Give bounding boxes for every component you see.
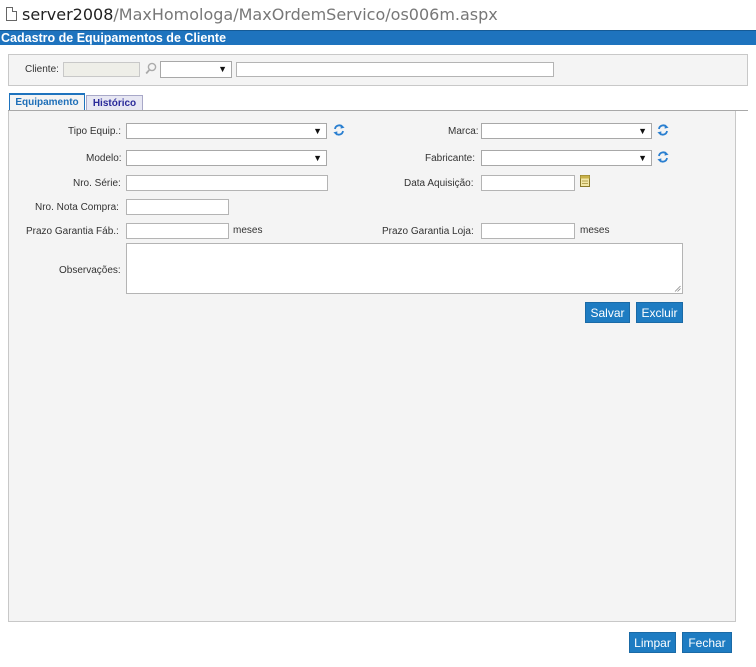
data-aquisicao-label: Data Aquisição:: [404, 178, 474, 189]
chevron-down-icon: ▼: [638, 126, 647, 136]
modelo-label: Modelo:: [86, 153, 122, 164]
page-icon: [6, 7, 17, 21]
fabricante-label: Fabricante:: [425, 153, 476, 164]
marca-label: Marca:: [448, 126, 479, 137]
nro-serie-input[interactable]: [126, 175, 328, 191]
url-path: /MaxHomologa/MaxOrdemServico/os006m.aspx: [113, 5, 498, 24]
meses-fab-unit: meses: [233, 225, 263, 236]
chevron-down-icon: ▼: [218, 64, 227, 74]
modelo-select[interactable]: ▼: [126, 150, 327, 166]
tipo-equip-label: Tipo Equip.:: [68, 126, 121, 137]
refresh-icon[interactable]: [332, 123, 346, 137]
search-icon[interactable]: [145, 62, 157, 75]
salvar-button[interactable]: Salvar: [585, 302, 630, 323]
title-bar: Cadastro de Equipamentos de Cliente: [0, 30, 756, 45]
chevron-down-icon: ▼: [638, 153, 647, 163]
nro-serie-label: Nro. Série:: [73, 178, 121, 189]
prazo-garantia-fab-label: Prazo Garantia Fáb.:: [26, 226, 119, 237]
limpar-button[interactable]: Limpar: [629, 632, 676, 653]
observacoes-label: Observações:: [59, 265, 121, 276]
refresh-icon[interactable]: [656, 150, 670, 164]
url-text[interactable]: server2008/MaxHomologa/MaxOrdemServico/o…: [22, 5, 498, 24]
prazo-garantia-loja-input[interactable]: [481, 223, 575, 239]
cliente-label: Cliente:: [25, 64, 59, 75]
nro-nota-compra-label: Nro. Nota Compra:: [35, 202, 119, 213]
tipo-equip-select[interactable]: ▼: [126, 123, 327, 139]
excluir-button[interactable]: Excluir: [636, 302, 683, 323]
observacoes-textarea[interactable]: [126, 243, 683, 294]
prazo-garantia-fab-input[interactable]: [126, 223, 229, 239]
calendar-icon[interactable]: [579, 174, 591, 188]
fabricante-select[interactable]: ▼: [481, 150, 652, 166]
resize-handle-icon[interactable]: [674, 285, 681, 292]
nro-nota-compra-input[interactable]: [126, 199, 229, 215]
marca-select[interactable]: ▼: [481, 123, 652, 139]
cliente-code-input[interactable]: [63, 62, 140, 77]
fechar-button[interactable]: Fechar: [682, 632, 732, 653]
chevron-down-icon: ▼: [313, 153, 322, 163]
address-bar[interactable]: server2008/MaxHomologa/MaxOrdemServico/o…: [0, 0, 756, 30]
prazo-garantia-loja-label: Prazo Garantia Loja:: [382, 226, 474, 237]
tab-equipamento[interactable]: Equipamento: [9, 93, 85, 110]
cliente-select[interactable]: ▼: [160, 61, 232, 78]
url-host: server2008: [22, 5, 114, 24]
data-aquisicao-input[interactable]: [481, 175, 575, 191]
chevron-down-icon: ▼: [313, 126, 322, 136]
refresh-icon[interactable]: [656, 123, 670, 137]
tab-historico[interactable]: Histórico: [86, 95, 143, 110]
meses-loja-unit: meses: [580, 225, 610, 236]
cliente-name-input[interactable]: [236, 62, 554, 77]
page-title: Cadastro de Equipamentos de Cliente: [1, 31, 227, 45]
tab-divider: [8, 110, 748, 111]
